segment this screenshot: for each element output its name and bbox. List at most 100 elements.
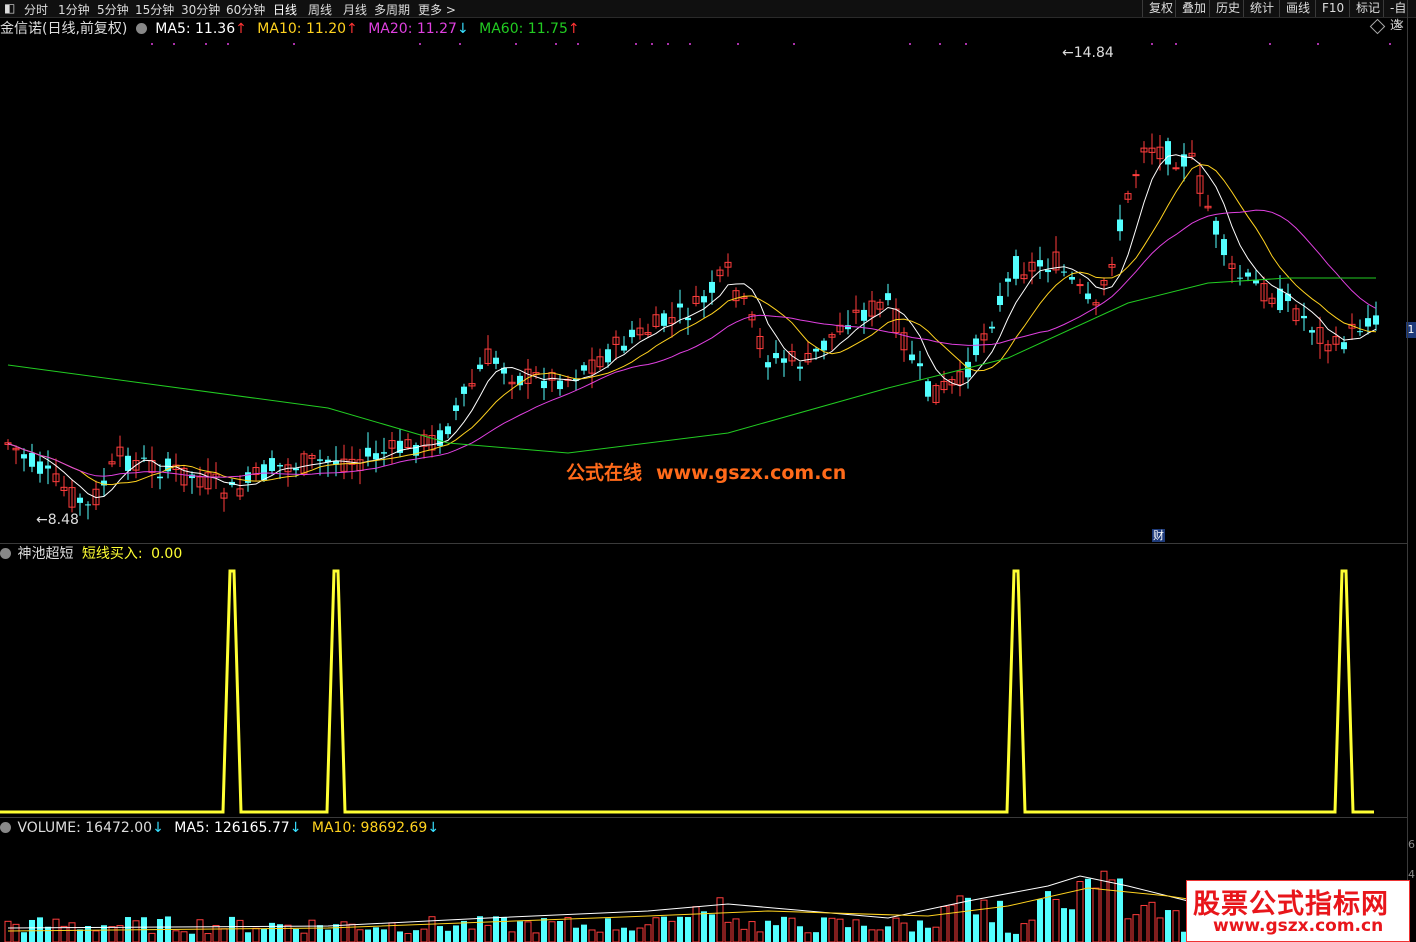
volume-bar (68, 922, 76, 942)
indicator-gear-icon[interactable] (0, 548, 11, 559)
candle (701, 289, 707, 318)
toolbar-left-icon[interactable]: ◧ (4, 1, 15, 15)
period-tab-10[interactable]: 更多 > (418, 1, 456, 18)
period-tab-5[interactable]: 60分钟 (226, 1, 265, 18)
indicator-chart[interactable] (0, 563, 1408, 816)
volume-bar (397, 931, 403, 942)
candle (501, 362, 507, 385)
panel-close-icon[interactable]: ✕ (1394, 18, 1405, 33)
volume-readout: VOLUME: 16472.00↓ (17, 820, 164, 836)
indicator-name: 神池超短 (17, 546, 74, 562)
vol-axis-label-1: 6 (1408, 838, 1415, 851)
volume-bar (773, 925, 779, 942)
volume-bar (900, 922, 908, 942)
volume-bar (828, 917, 836, 942)
period-tab-6[interactable]: 日线 (273, 1, 297, 18)
candle (453, 397, 459, 421)
toolbar-button-4[interactable]: 画线 (1279, 0, 1316, 17)
event-dot (151, 43, 153, 45)
candle-body (925, 381, 931, 397)
candle (1181, 143, 1187, 182)
candle (1237, 264, 1243, 286)
candle (85, 501, 91, 520)
volume-bar (1132, 914, 1140, 942)
volume-bar (652, 917, 660, 942)
volume-bar (453, 925, 459, 942)
volume-bar (541, 918, 547, 942)
volume-bar (532, 932, 540, 942)
period-tab-3[interactable]: 15分钟 (135, 1, 174, 18)
volume-bar (172, 930, 180, 942)
candle (1108, 256, 1116, 277)
volume-bar (1117, 878, 1123, 942)
candle-body (885, 293, 891, 301)
candle-body (1085, 293, 1091, 300)
period-tab-0[interactable]: 分时 (24, 1, 48, 18)
toolbar-button-1[interactable]: 叠加 (1175, 0, 1212, 17)
volume-bar (524, 921, 532, 942)
candle (108, 453, 116, 468)
volume-bar (573, 927, 579, 942)
ma20-readout: MA20: 11.27↓ (368, 21, 469, 37)
candle-body (677, 303, 683, 308)
volume-bar (1172, 910, 1180, 942)
candle-body (125, 455, 131, 471)
volume-bar (732, 918, 740, 942)
candle-body (1132, 174, 1140, 177)
period-tab-9[interactable]: 多周期 (374, 1, 410, 18)
volume-bar (1148, 901, 1156, 942)
toolbar-button-2[interactable]: 历史 (1209, 0, 1246, 17)
volume-bar (644, 924, 652, 942)
volume-bar (517, 921, 523, 942)
candle-body (317, 459, 323, 461)
period-tab-4[interactable]: 30分钟 (181, 1, 220, 18)
candle (277, 462, 283, 480)
period-tab-2[interactable]: 5分钟 (97, 1, 129, 18)
volume-bar (37, 917, 43, 942)
toolbar-button-0[interactable]: 复权 (1142, 0, 1179, 17)
ma5-readout: MA5: 11.36↑ (155, 21, 247, 37)
candle (1132, 169, 1140, 189)
volume-bar (180, 931, 188, 942)
volume-bar (765, 920, 771, 942)
toolbar-button-7[interactable]: -自选 (1383, 0, 1416, 32)
candle (1005, 272, 1011, 297)
toolbar-button-6[interactable]: 标记 (1349, 0, 1386, 17)
volume-bar (876, 929, 884, 942)
candle-body (557, 380, 563, 390)
volume-bar (468, 928, 476, 942)
toolbar-button-5[interactable]: F10 (1315, 0, 1350, 17)
watermark: 公式在线 www.gszx.com.cn (566, 462, 847, 484)
panel-diamond-icon[interactable] (1369, 18, 1386, 35)
main-info-bar: 金信诺(日线,前复权) MA5: 11.36↑ MA10: 11.20↑ MA2… (0, 20, 586, 38)
candle (468, 369, 476, 390)
candle (828, 332, 836, 351)
volume-bar (1156, 917, 1164, 942)
volume-bar (1005, 932, 1011, 942)
candle-body (77, 497, 83, 503)
candle-body (709, 281, 715, 293)
volume-gear-icon[interactable] (0, 822, 11, 833)
period-tab-1[interactable]: 1分钟 (58, 1, 90, 18)
candle (1117, 204, 1123, 241)
period-tab-7[interactable]: 周线 (308, 1, 332, 18)
candle (685, 307, 691, 335)
volume-bar (861, 925, 867, 942)
volume-bar (836, 918, 844, 942)
toolbar-button-3[interactable]: 统计 (1243, 0, 1280, 17)
candle-body (373, 453, 379, 460)
right-axis-line (1407, 0, 1408, 942)
volume-bar (132, 920, 140, 942)
volume-bar (1028, 919, 1036, 942)
candle-body (997, 295, 1003, 306)
volume-ma5-readout: MA5: 126165.77↓ (174, 820, 302, 836)
indicator-line-value: 0.00 (151, 546, 183, 562)
settings-gear-icon[interactable] (135, 23, 147, 34)
candle (220, 487, 228, 512)
period-tab-8[interactable]: 月线 (343, 1, 367, 18)
finance-badge[interactable]: 财 (1152, 529, 1165, 542)
candle (973, 334, 979, 362)
candle-body (661, 313, 667, 326)
volume-bar (404, 933, 412, 942)
volume-bar (1092, 887, 1100, 942)
